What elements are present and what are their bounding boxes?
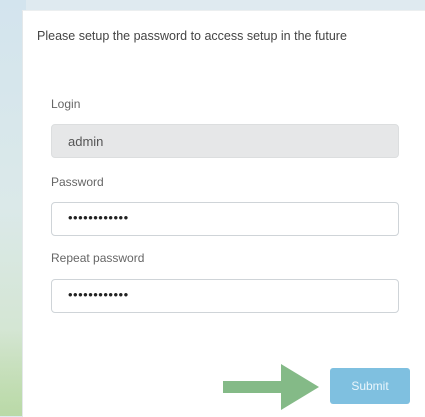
password-label: Password bbox=[51, 175, 104, 189]
repeat-password-label: Repeat password bbox=[51, 251, 145, 265]
arrow-right-icon bbox=[223, 364, 319, 410]
password-field[interactable] bbox=[51, 202, 399, 236]
submit-button[interactable]: Submit bbox=[330, 368, 410, 404]
login-label: Login bbox=[51, 97, 81, 111]
repeat-password-field[interactable] bbox=[51, 279, 399, 313]
intro-text: Please setup the password to access setu… bbox=[37, 29, 347, 43]
setup-password-panel: Please setup the password to access setu… bbox=[22, 10, 425, 417]
login-field[interactable] bbox=[51, 124, 399, 158]
